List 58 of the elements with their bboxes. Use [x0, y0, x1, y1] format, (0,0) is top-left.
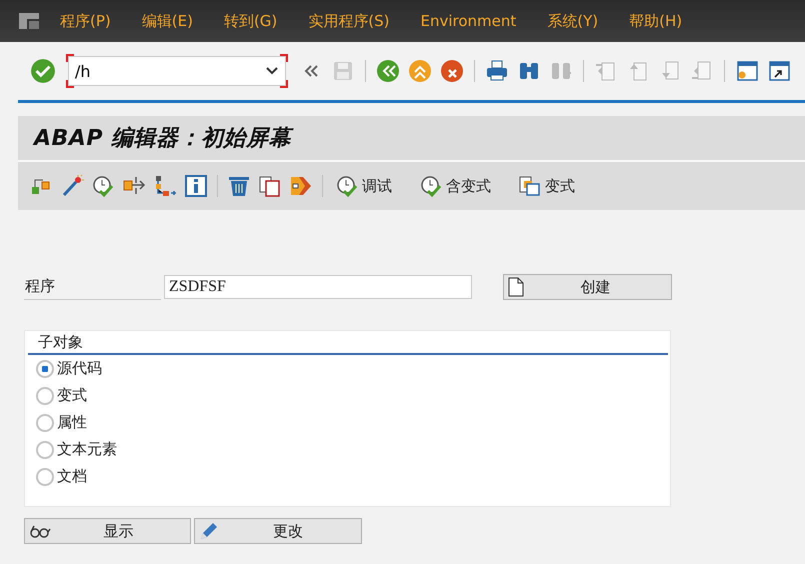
check-clock-icon — [419, 174, 443, 198]
new-window-icon — [735, 59, 759, 83]
display-button[interactable]: 显示 — [24, 518, 191, 544]
radio-label: 变式 — [57, 386, 87, 405]
radio-label: 属性 — [57, 413, 87, 432]
radio-option[interactable]: 变式 — [28, 382, 670, 409]
exit-icon — [408, 59, 432, 83]
enter-check-icon[interactable] — [30, 58, 56, 84]
menu-item[interactable]: 实用程序(S) — [308, 12, 390, 30]
double-chevron-icon — [303, 64, 319, 78]
trash-icon — [227, 174, 251, 198]
radio-label: 文本元素 — [57, 440, 117, 459]
save-icon — [331, 59, 355, 83]
menu-item[interactable]: 编辑(E) — [142, 12, 193, 30]
menu-item[interactable]: 转到(G) — [224, 12, 278, 30]
group-title: 子对象 — [28, 331, 668, 355]
variant-icon — [518, 174, 542, 198]
program-input[interactable]: ZSDFSF — [164, 275, 472, 299]
toolbar-button[interactable]: 含变式 — [415, 174, 495, 198]
menu-item[interactable]: 系统(Y) — [547, 12, 598, 30]
screen-title: ABAP 编辑器：初始屏幕 — [34, 123, 292, 153]
radio-label: 源代码 — [57, 359, 102, 378]
toolbar-button[interactable]: 变式 — [514, 174, 579, 198]
radio-button[interactable] — [36, 360, 54, 378]
menu-item[interactable]: 程序(P) — [60, 12, 111, 30]
rename-icon — [289, 174, 313, 198]
radio-button[interactable] — [36, 440, 54, 458]
radio-option[interactable]: 文档 — [28, 463, 670, 490]
hierarchy-icon — [153, 174, 177, 198]
cancel-icon — [440, 59, 464, 83]
magic-wand-icon — [60, 174, 84, 198]
pencil-icon — [199, 521, 219, 541]
command-field[interactable]: /h — [68, 56, 286, 86]
window-menu-icon[interactable] — [18, 12, 40, 30]
radio-button[interactable] — [36, 468, 54, 486]
shortcut-icon — [767, 59, 791, 83]
glasses-icon — [29, 523, 51, 539]
field-label: 程序 — [24, 274, 161, 300]
radio-option[interactable]: 属性 — [28, 409, 670, 436]
check-clock-icon — [91, 174, 115, 198]
info-icon — [184, 174, 208, 198]
radio-option[interactable]: 文本元素 — [28, 436, 670, 463]
dropdown-caret-icon[interactable] — [265, 66, 279, 76]
menu-item[interactable]: Environment — [420, 12, 516, 30]
radio-button[interactable] — [36, 414, 54, 432]
menu-item[interactable]: 帮助(H) — [629, 12, 682, 30]
toolbar-button[interactable]: 调试 — [331, 174, 396, 198]
printer-icon — [485, 59, 509, 83]
radio-option[interactable]: 源代码 — [28, 355, 670, 382]
check-clock-icon — [335, 174, 359, 198]
create-button[interactable]: 创建 — [503, 274, 672, 300]
radio-label: 文档 — [57, 467, 87, 486]
command-input[interactable]: /h — [69, 62, 265, 80]
change-button[interactable]: 更改 — [194, 518, 362, 544]
radio-button[interactable] — [36, 386, 54, 404]
document-icon — [508, 277, 524, 297]
back-icon — [376, 59, 400, 83]
copy-icon — [258, 174, 282, 198]
